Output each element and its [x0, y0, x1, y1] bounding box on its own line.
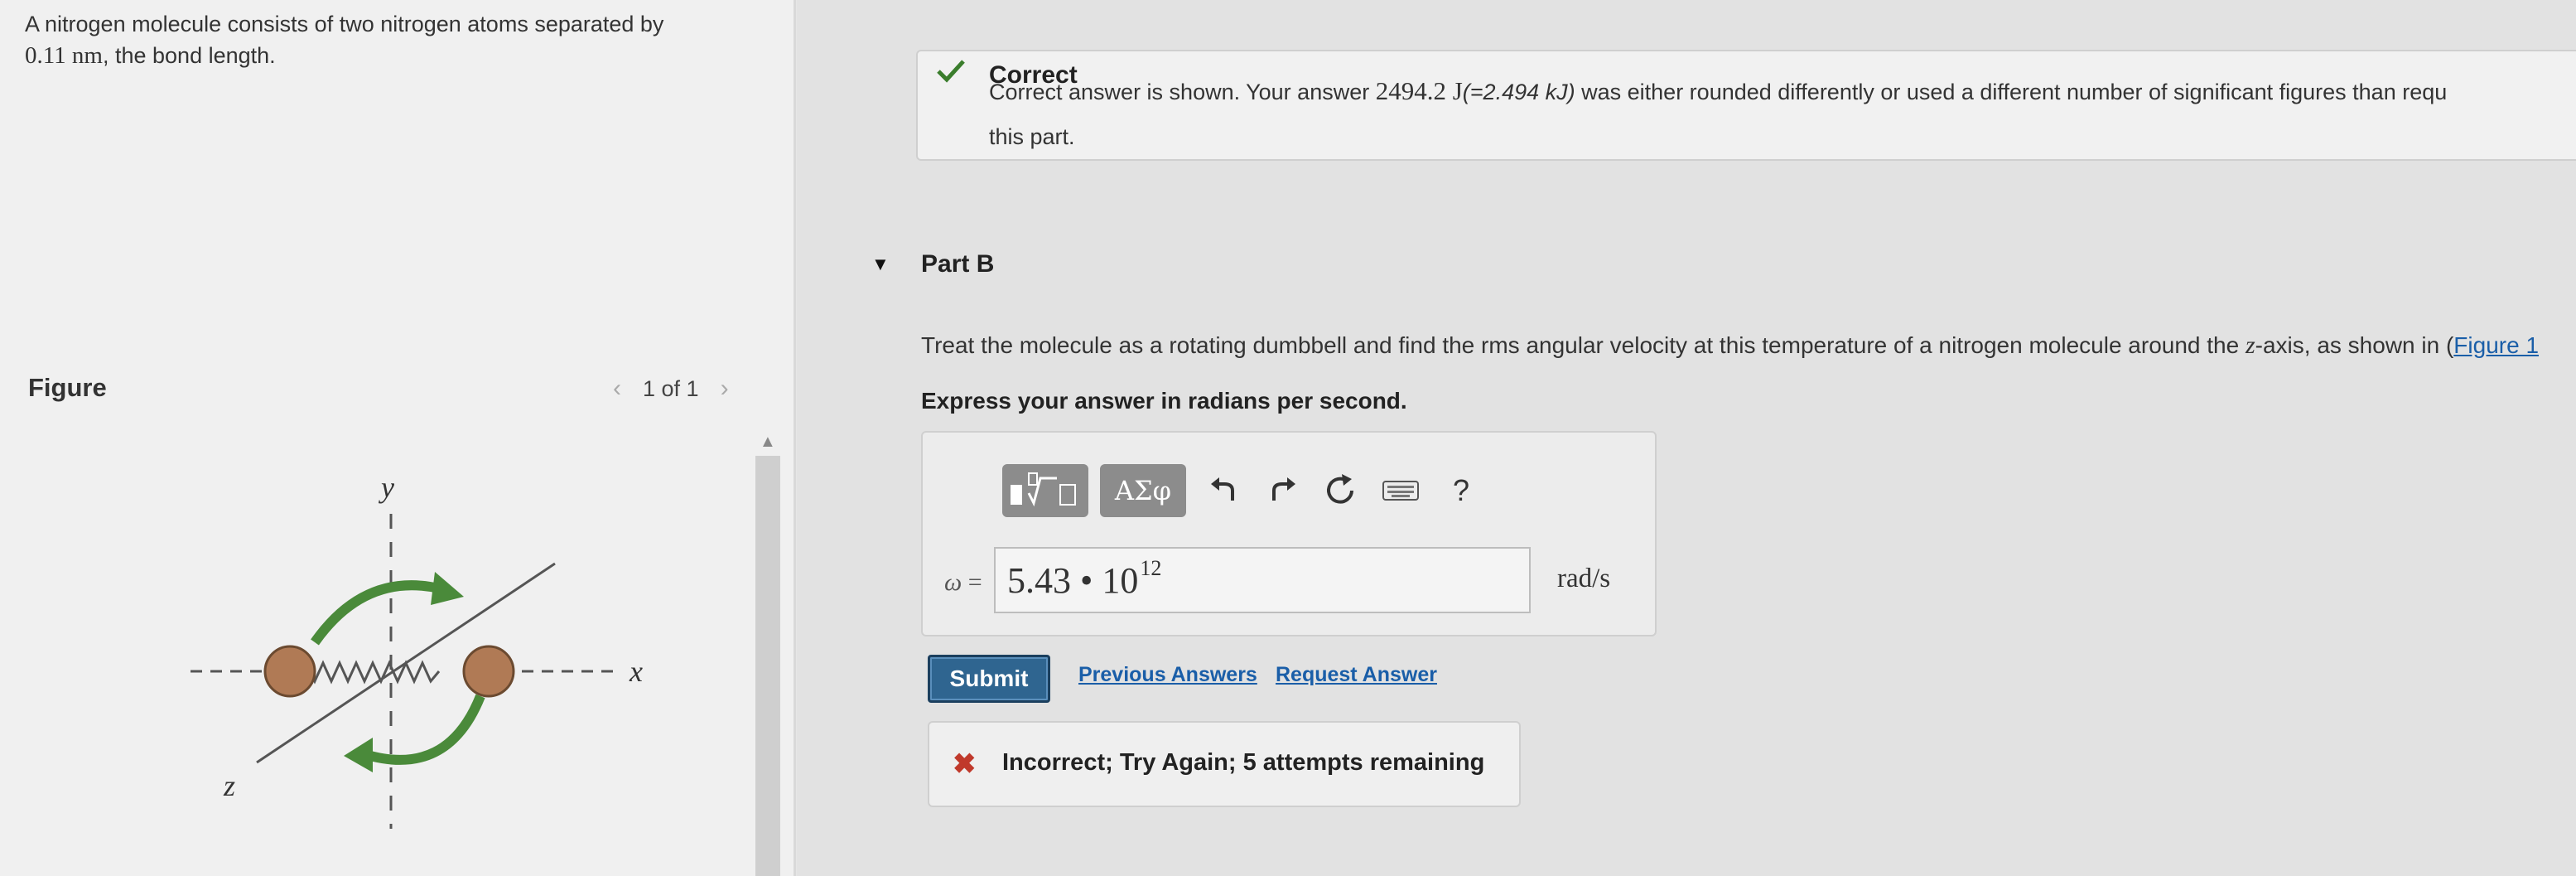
omega-symbol: ω [944, 569, 962, 596]
correct-msg-suffix: was either rounded differently or used a… [1575, 80, 2448, 104]
bond-length-value: 0.11 nm [25, 42, 103, 69]
next-figure-icon[interactable]: › [721, 375, 729, 403]
problem-text-1: A nitrogen molecule consists of two nitr… [25, 12, 664, 36]
symbols-button[interactable]: ΑΣφ [1100, 464, 1186, 517]
request-answer-link[interactable]: Request Answer [1276, 663, 1437, 687]
part-b-title[interactable]: Part B [921, 250, 994, 278]
figure-scrollbar[interactable] [755, 456, 780, 876]
incorrect-icon: ✖ [953, 748, 977, 780]
correct-message-line2: this part. [989, 124, 1075, 149]
check-icon [937, 60, 965, 83]
question-prefix: Treat the molecule as a rotating dumbbel… [921, 332, 2246, 358]
figure-label: Figure [28, 373, 107, 402]
answer-input[interactable]: 5.43 • 10 12 [994, 547, 1531, 613]
feedback-text: Incorrect; Try Again; 5 attempts remaini… [1002, 749, 1485, 776]
question-text: Treat the molecule as a rotating dumbbel… [921, 332, 2539, 360]
redo-icon[interactable] [1256, 464, 1309, 517]
help-button[interactable]: ? [1435, 464, 1488, 517]
correct-msg-value: 2494.2 J [1375, 76, 1463, 105]
submit-button[interactable]: Submit [928, 655, 1050, 703]
previous-answers-link[interactable]: Previous Answers [1078, 663, 1257, 687]
keyboard-icon[interactable] [1372, 464, 1430, 517]
templates-button[interactable] [1002, 464, 1088, 517]
question-var: z [2245, 332, 2255, 359]
instruction-text: Express your answer in radians per secon… [921, 388, 1407, 414]
templates-icon [1011, 472, 1076, 507]
answer-exponent: 12 [1140, 556, 1162, 580]
answer-mantissa: 5.43 • 10 [1007, 559, 1139, 601]
correct-msg-prefix: Correct answer is shown. Your answer [989, 80, 1376, 104]
dumbbell-figure: y x z [191, 471, 643, 829]
math-toolbar: ΑΣφ ? [1002, 464, 1493, 517]
figure-pager: ‹ 1 of 1 › [613, 375, 729, 403]
figure-page-count: 1 of 1 [643, 375, 699, 401]
scroll-up-icon[interactable]: ▲ [760, 433, 776, 452]
z-axis-label: z [223, 769, 235, 802]
problem-text-2: , the bond length. [102, 43, 276, 68]
figure-link[interactable]: Figure 1 [2453, 332, 2539, 358]
reset-icon[interactable] [1314, 464, 1367, 517]
prev-figure-icon[interactable]: ‹ [613, 375, 621, 403]
correct-msg-alt: (=2.494 kJ) [1462, 80, 1575, 104]
correct-message: Correct answer is shown. Your answer 249… [989, 75, 2571, 109]
pane-divider[interactable] [794, 0, 796, 876]
collapse-toggle-icon[interactable]: ▼ [871, 254, 890, 275]
unit-label: rad/s [1557, 564, 1611, 593]
question-mid: -axis, as shown in ( [2255, 332, 2454, 358]
undo-icon[interactable] [1198, 464, 1251, 517]
y-axis-label: y [379, 471, 394, 504]
x-axis-label: x [629, 655, 643, 688]
problem-statement: A nitrogen molecule consists of two nitr… [25, 8, 754, 71]
equals-sign: = [962, 569, 982, 596]
omega-label: ω = [944, 569, 982, 597]
